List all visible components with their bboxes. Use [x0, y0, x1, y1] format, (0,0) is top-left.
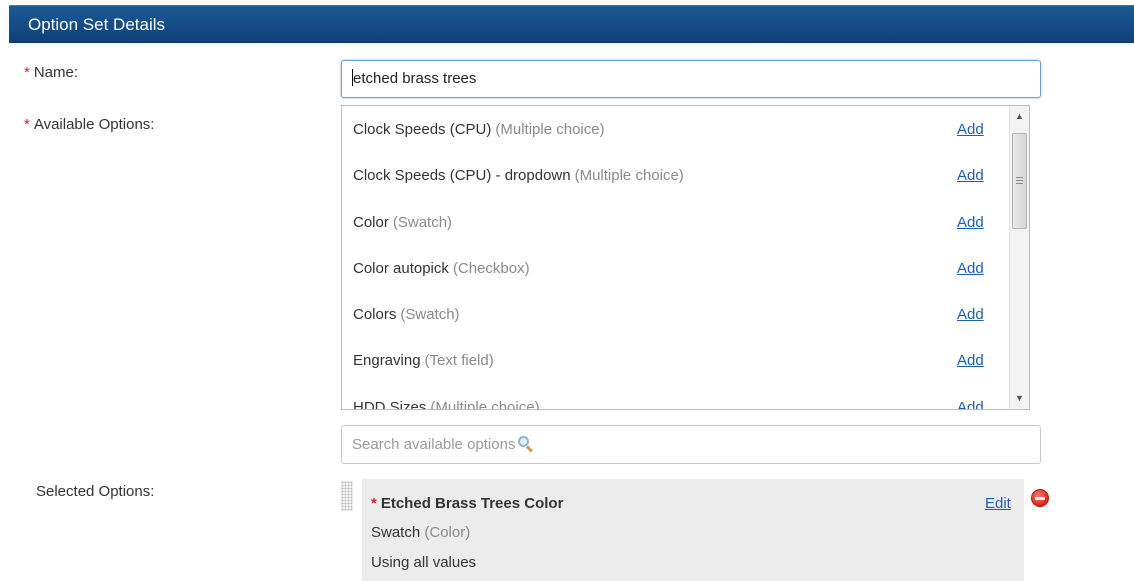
- selected-option-type: Swatch (Color): [371, 524, 471, 541]
- required-marker: *: [371, 495, 377, 512]
- required-marker: *: [24, 64, 30, 81]
- option-label: Clock Speeds (CPU) (Multiple choice): [353, 121, 605, 138]
- add-option-link[interactable]: Add: [957, 214, 984, 231]
- scrollbar-thumb[interactable]: [1012, 133, 1027, 229]
- search-options-input[interactable]: Search available options: [341, 425, 1041, 464]
- list-item: Engraving (Text field) Add: [342, 337, 1010, 383]
- option-type: (Checkbox): [452, 260, 530, 277]
- required-marker: *: [24, 116, 30, 133]
- list-item: Colors (Swatch) Add: [342, 291, 1010, 337]
- scroll-down-arrow-icon[interactable]: ▼: [1010, 390, 1029, 407]
- add-option-link[interactable]: Add: [957, 260, 984, 277]
- list-item: Color (Swatch) Add: [342, 199, 1010, 245]
- option-type: (Multiple choice): [430, 399, 540, 409]
- option-type: (Multiple choice): [574, 167, 684, 184]
- add-option-link[interactable]: Add: [957, 399, 984, 409]
- edit-option-link[interactable]: Edit: [985, 495, 1011, 512]
- option-type: (Swatch): [400, 306, 460, 323]
- option-type: (Swatch): [392, 214, 453, 231]
- add-option-link[interactable]: Add: [957, 167, 984, 184]
- selected-option-values: Using all values: [371, 554, 477, 571]
- available-options-list[interactable]: Clock Speeds (CPU) (Multiple choice) Add …: [341, 105, 1030, 410]
- option-label: HDD Sizes (Multiple choice): [353, 399, 540, 409]
- options-scroll-area: Clock Speeds (CPU) (Multiple choice) Add …: [342, 106, 1010, 409]
- option-type: (Text field): [424, 352, 494, 369]
- add-option-link[interactable]: Add: [957, 352, 984, 369]
- option-label: Color autopick (Checkbox): [353, 260, 530, 277]
- magnifier-icon: [518, 436, 534, 453]
- list-item: Color autopick (Checkbox) Add: [342, 245, 1010, 291]
- option-label: Engraving (Text field): [353, 352, 494, 369]
- selected-options-label: Selected Options:: [36, 483, 155, 500]
- selected-option-title: * Etched Brass Trees Color: [371, 495, 564, 512]
- list-item: Clock Speeds (CPU) - dropdown (Multiple c…: [342, 152, 1010, 198]
- option-label: Colors (Swatch): [353, 306, 460, 323]
- drag-handle-icon[interactable]: [341, 481, 353, 511]
- list-item: HDD Sizes (Multiple choice) Add: [342, 384, 1010, 409]
- name-label: * Name:: [24, 64, 79, 81]
- option-label: Color (Swatch): [353, 214, 453, 231]
- available-options-label: * Available Options:: [24, 116, 155, 133]
- name-input[interactable]: etched brass trees: [341, 60, 1041, 98]
- add-option-link[interactable]: Add: [957, 121, 984, 138]
- remove-circle-icon[interactable]: [1031, 489, 1049, 507]
- add-option-link[interactable]: Add: [957, 306, 984, 323]
- name-input-value: etched brass trees: [353, 70, 477, 87]
- search-placeholder: Search available options: [352, 436, 516, 453]
- options-scrollbar[interactable]: ▲ ▼: [1009, 106, 1029, 409]
- list-item: Clock Speeds (CPU) (Multiple choice) Add: [342, 106, 1010, 152]
- option-type: (Multiple choice): [495, 121, 605, 138]
- panel-header: Option Set Details: [9, 5, 1134, 43]
- selected-option-card: * Etched Brass Trees Color Edit Swatch (C…: [362, 479, 1024, 581]
- panel-title: Option Set Details: [28, 15, 166, 34]
- scroll-up-arrow-icon[interactable]: ▲: [1010, 108, 1029, 125]
- grip-icon: [1016, 177, 1023, 184]
- option-label: Clock Speeds (CPU) - dropdown (Multiple c…: [353, 167, 684, 184]
